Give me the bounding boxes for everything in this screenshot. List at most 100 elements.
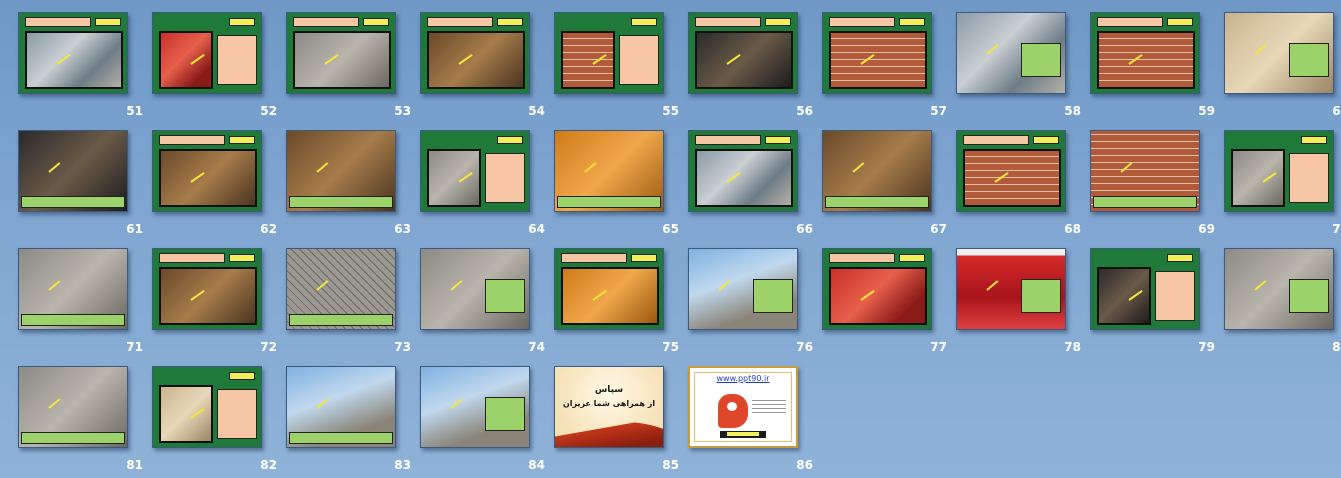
slide-thumbnail[interactable] xyxy=(956,248,1066,330)
caption-box xyxy=(825,196,929,208)
slide-thumbnail[interactable] xyxy=(1224,12,1334,94)
slide-thumbnail[interactable] xyxy=(554,248,664,330)
footer-bar xyxy=(720,431,766,438)
slide-thumbnail[interactable] xyxy=(286,12,396,94)
caption-box xyxy=(753,279,793,313)
slide-thumbnail[interactable] xyxy=(554,130,664,212)
slide-number: 51 xyxy=(126,104,143,118)
slide-thumbnail[interactable] xyxy=(822,248,932,330)
slide-thumbnail[interactable] xyxy=(286,366,396,448)
slide-thumbnail[interactable] xyxy=(956,12,1066,94)
slide-number: 81 xyxy=(126,458,143,472)
slide-thumbnail[interactable] xyxy=(18,248,128,330)
slide-number: 63 xyxy=(394,222,411,236)
slide-number: 74 xyxy=(528,340,545,354)
slide-photo xyxy=(25,31,123,89)
slide-number: 80 xyxy=(1332,340,1341,354)
slide-thumbnail[interactable] xyxy=(688,130,798,212)
caption-box xyxy=(21,432,125,444)
slide-thumbnail[interactable] xyxy=(420,130,530,212)
slide-thumbnail[interactable] xyxy=(18,12,128,94)
slide-photo xyxy=(427,149,481,207)
slide-thumbnail[interactable] xyxy=(286,248,396,330)
slide-number: 53 xyxy=(394,104,411,118)
slide-number: 54 xyxy=(528,104,545,118)
slide-thumbnail[interactable] xyxy=(688,12,798,94)
site-link[interactable]: www.ppt90.ir xyxy=(690,374,796,383)
title-tag xyxy=(765,18,791,26)
slide-number: 75 xyxy=(662,340,679,354)
slide-number: 60 xyxy=(1332,104,1341,118)
slide-number: 84 xyxy=(528,458,545,472)
text-box xyxy=(427,17,493,27)
slide-photo xyxy=(159,385,213,443)
slide-thumbnail[interactable] xyxy=(956,130,1066,212)
slide-number: 57 xyxy=(930,104,947,118)
slide-number: 62 xyxy=(260,222,277,236)
slide-thumbnail[interactable]: www.ppt90.ir xyxy=(688,366,798,448)
slide-photo xyxy=(159,267,257,325)
slide-thumbnail[interactable] xyxy=(1224,248,1334,330)
slide-thumbnail[interactable] xyxy=(822,130,932,212)
slide-photo xyxy=(1097,31,1195,89)
text-box xyxy=(561,253,627,263)
slide-number: 61 xyxy=(126,222,143,236)
slide-number: 86 xyxy=(796,458,813,472)
slide-thumbnail[interactable] xyxy=(18,366,128,448)
slide-thumbnail[interactable] xyxy=(1090,248,1200,330)
text-box xyxy=(695,17,761,27)
caption-box xyxy=(21,314,125,326)
title-tag xyxy=(631,18,657,26)
slide-number: 85 xyxy=(662,458,679,472)
slide-thumbnail[interactable] xyxy=(1224,130,1334,212)
slide-thumbnail[interactable] xyxy=(822,12,932,94)
text-box xyxy=(217,389,257,439)
title-tag xyxy=(899,254,925,262)
slide-number: 69 xyxy=(1198,222,1215,236)
title-tag xyxy=(95,18,121,26)
caption-box xyxy=(485,397,525,431)
title-tag xyxy=(1167,254,1193,262)
slide-photo xyxy=(695,31,793,89)
slide-thumbnail[interactable] xyxy=(1090,130,1200,212)
slide-thumbnail[interactable] xyxy=(18,130,128,212)
text-box xyxy=(159,253,225,263)
slide-photo xyxy=(561,31,615,89)
slide-thumbnail[interactable] xyxy=(554,12,664,94)
caption-box xyxy=(485,279,525,313)
slide-thumbnail[interactable] xyxy=(420,12,530,94)
slide-thumbnail[interactable] xyxy=(688,248,798,330)
slide-number: 64 xyxy=(528,222,545,236)
title-tag xyxy=(1301,136,1327,144)
caption-box xyxy=(289,196,393,208)
caption-box xyxy=(1289,43,1329,77)
slide-photo xyxy=(1231,149,1285,207)
title-tag xyxy=(1167,18,1193,26)
slide-number: 55 xyxy=(662,104,679,118)
caption-box xyxy=(1289,279,1329,313)
slide-thumbnail[interactable] xyxy=(1090,12,1200,94)
caption-box xyxy=(557,196,661,208)
text-box xyxy=(1097,17,1163,27)
slide-thumbnail[interactable] xyxy=(420,366,530,448)
slide-thumbnail[interactable] xyxy=(152,366,262,448)
slide-number: 52 xyxy=(260,104,277,118)
slide-number: 78 xyxy=(1064,340,1081,354)
slide-thumbnail[interactable] xyxy=(152,248,262,330)
slide-number: 83 xyxy=(394,458,411,472)
slide-thumbnail[interactable]: سپاس از همراهی شما عزیزان xyxy=(554,366,664,448)
slide-thumbnail[interactable] xyxy=(152,130,262,212)
slide-number: 82 xyxy=(260,458,277,472)
slide-number: 68 xyxy=(1064,222,1081,236)
slide-photo xyxy=(829,267,927,325)
slide-number: 59 xyxy=(1198,104,1215,118)
slide-thumbnail[interactable] xyxy=(286,130,396,212)
caption-box xyxy=(1021,279,1061,313)
slide-number: 72 xyxy=(260,340,277,354)
slide-number: 71 xyxy=(126,340,143,354)
slide-thumbnail[interactable] xyxy=(152,12,262,94)
slide-thumbnail[interactable] xyxy=(420,248,530,330)
text-box xyxy=(695,135,761,145)
slide-number: 77 xyxy=(930,340,947,354)
title-tag xyxy=(229,254,255,262)
